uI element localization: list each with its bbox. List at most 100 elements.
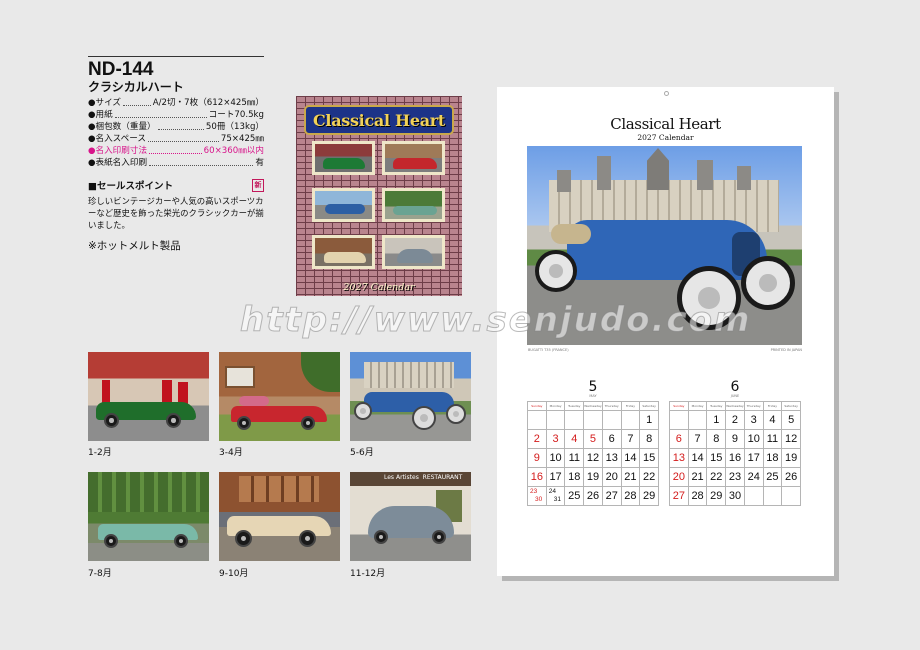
day-cell: 14	[621, 449, 641, 468]
day-cell	[670, 411, 689, 430]
day-cell	[528, 411, 547, 430]
thumbnail-label: 3-4月	[219, 448, 243, 458]
hero-photo	[527, 146, 802, 345]
day-cell: 11	[565, 449, 585, 468]
weekday-header: Friday	[763, 402, 783, 411]
day-cell: 30	[726, 487, 745, 506]
day-cell: 10	[546, 449, 566, 468]
month-name: JUNE	[730, 394, 740, 398]
day-cell: 15	[640, 449, 659, 468]
day-cell: 25	[763, 468, 783, 487]
spec-label: ●サイズ	[88, 98, 122, 108]
spec-label: ●梱包数（重量）	[88, 122, 156, 132]
day-cell: 7	[688, 430, 708, 449]
weekday-header: Thursday	[602, 402, 622, 411]
day-cell: 26	[782, 468, 801, 487]
day-cell: 3	[546, 430, 566, 449]
month-number: 6	[730, 379, 740, 395]
spec-leader-dots	[114, 109, 207, 118]
day-cell: 6	[602, 430, 622, 449]
day-cell: 28	[621, 487, 641, 506]
weekday-header: Wednesday	[584, 402, 603, 411]
weekday-header: Wednesday	[726, 402, 745, 411]
thumbnail-9-10	[219, 472, 340, 561]
day-cell: 14	[688, 449, 708, 468]
thumbnail-11-12: Les Artistes RESTAURANT	[350, 472, 471, 561]
day-cell: 17	[744, 449, 764, 468]
day-cell: 9	[726, 430, 745, 449]
thumbnail-1-2	[88, 352, 209, 441]
month-june: 6 JUNE Sunday Monday Tuesday Wednesday Thurs…	[669, 380, 801, 506]
spec-label: ●用紙	[88, 110, 113, 120]
sales-heading-text: ■セールスポイント	[88, 181, 173, 192]
weekday-header: Saturday	[782, 402, 801, 411]
hotmelt-note: ※ホットメルト製品	[88, 240, 181, 252]
weekday-header: Saturday	[640, 402, 659, 411]
day-cell: 3	[744, 411, 764, 430]
new-badge: 新	[252, 178, 264, 192]
thumbnail-5-6	[350, 352, 471, 441]
day-cell: 13	[670, 449, 689, 468]
cover-title: Classical Heart	[312, 110, 446, 130]
thumbnail-label: 5-6月	[350, 448, 374, 458]
day-cell: 6	[670, 430, 689, 449]
cover-photo-5	[312, 235, 375, 269]
day-cell: 23	[726, 468, 745, 487]
day-cell: 7	[621, 430, 641, 449]
weekday-header: Tuesday	[565, 402, 585, 411]
day-cell	[546, 411, 566, 430]
day-cell: 10	[744, 430, 764, 449]
sheet-title: Classical Heart	[610, 115, 721, 133]
product-spec: ND-144 クラシカルハート ●サイズ A/2切・7枚（612×425㎜） ●用紙…	[88, 56, 264, 253]
thumbnail-label: 1-2月	[88, 448, 112, 458]
spec-rule	[88, 56, 264, 57]
day-cell: 4	[763, 411, 783, 430]
day-cell: 27	[670, 487, 689, 506]
spec-label: ●名入印刷寸法	[88, 146, 148, 156]
day-cell: 20	[670, 468, 689, 487]
day-cell: 19	[584, 468, 603, 487]
month-grid: Sunday Monday Tuesday Wednesday Thursday Frid…	[527, 401, 659, 506]
day-cell: 18	[565, 468, 585, 487]
month-name: MAY	[589, 394, 597, 398]
day-cell: 23 30	[528, 487, 547, 506]
spec-leader-dots	[157, 121, 204, 130]
spec-value: 50冊（13kg）	[205, 122, 264, 132]
day-cell: 1	[707, 411, 727, 430]
spec-leader-dots	[149, 145, 202, 154]
day-cell: 15	[707, 449, 727, 468]
spec-leader-dots	[149, 157, 254, 166]
spec-row: ●用紙 コート70.5kg	[88, 109, 264, 121]
day-cell: 28	[688, 487, 708, 506]
day-cell: 21	[621, 468, 641, 487]
weekday-header: Monday	[688, 402, 708, 411]
spec-row: ●梱包数（重量） 50冊（13kg）	[88, 121, 264, 133]
month-grid: Sunday Monday Tuesday Wednesday Thursday Frid…	[669, 401, 801, 506]
day-cell: 13	[602, 449, 622, 468]
thumbnail-label: 9-10月	[219, 569, 249, 579]
day-number: 23	[530, 488, 538, 495]
spec-row: ●サイズ A/2切・7枚（612×425㎜）	[88, 97, 264, 109]
spec-list: ●サイズ A/2切・7枚（612×425㎜） ●用紙 コート70.5kg ●梱包数（重量…	[88, 97, 264, 169]
weekday-header: Sunday	[670, 402, 689, 411]
weekday-header: Monday	[546, 402, 566, 411]
day-cell: 26	[584, 487, 603, 506]
day-cell: 27	[602, 487, 622, 506]
day-cell: 5	[584, 430, 603, 449]
photo-credit: BUGATTI T35 (FRANCE)	[528, 348, 569, 352]
sales-heading: ■セールスポイント 新	[88, 178, 264, 192]
spec-leader-dots	[148, 133, 219, 142]
sheet-subtitle: 2027 Calendar	[637, 133, 694, 142]
print-credit: PRINTED IN JAPAN	[770, 348, 802, 352]
day-cell: 11	[763, 430, 783, 449]
day-cell	[584, 411, 603, 430]
calendar-cover: Classical Heart 2027 Calendar	[296, 96, 462, 296]
day-cell	[782, 487, 801, 506]
day-cell	[763, 487, 783, 506]
day-cell	[744, 487, 764, 506]
day-cell: 16	[528, 468, 547, 487]
spec-row: ●名入スペース 75×425㎜	[88, 133, 264, 145]
thumbnail-label: 11-12月	[350, 569, 386, 579]
thumbnail-3-4	[219, 352, 340, 441]
day-cell: 20	[602, 468, 622, 487]
